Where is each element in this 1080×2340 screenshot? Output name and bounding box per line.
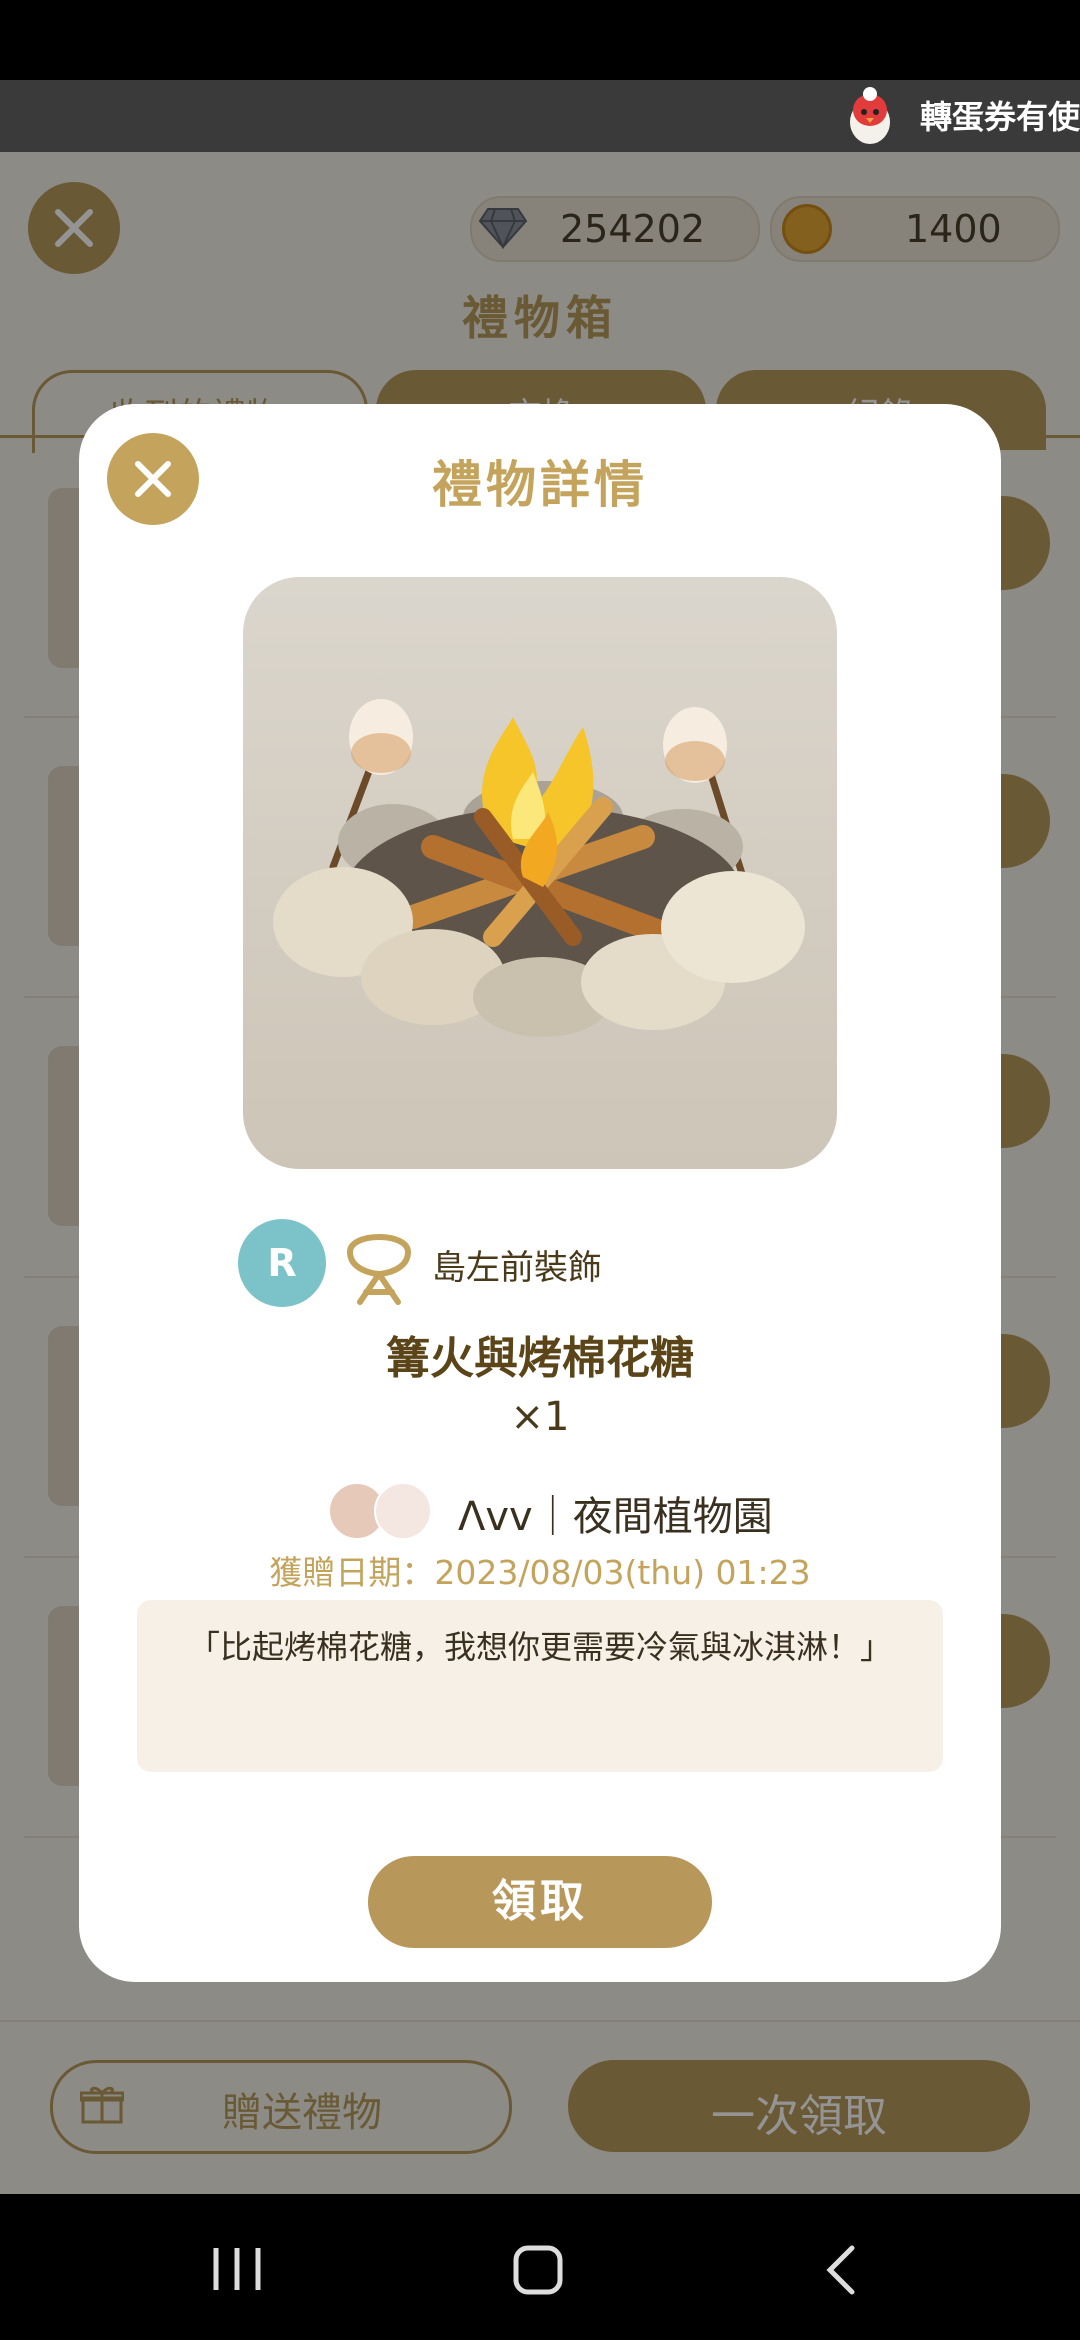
back-icon[interactable] xyxy=(820,2242,860,2298)
item-name: 篝火與烤棉花糖 xyxy=(386,1333,694,1384)
gift-message: 「比起烤棉花糖，我想你更需要冷氣與冰淇淋！」 xyxy=(187,1628,892,1666)
penguin-mascot-icon xyxy=(850,87,890,144)
sender-name: Λvv｜夜間植物園 xyxy=(458,1494,773,1540)
sender-avatar xyxy=(374,1482,432,1540)
dialog-title: 禮物詳情 xyxy=(432,456,648,514)
category-label: 島左前裝飾 xyxy=(432,1248,602,1288)
recent-apps-icon[interactable] xyxy=(210,2244,264,2294)
received-date: 獲贈日期：2023/08/03(thu) 01:23 xyxy=(269,1553,811,1592)
promo-banner[interactable] xyxy=(0,80,1080,152)
banner-text: 轉蛋券有使 xyxy=(919,98,1080,136)
claim-button[interactable]: 領取 xyxy=(368,1856,712,1948)
campfire-marshmallow-icon xyxy=(273,699,805,1037)
island-decoration-icon xyxy=(346,1234,412,1305)
item-image xyxy=(243,577,837,1169)
system-nav-bar xyxy=(0,2194,1080,2340)
rarity-badge: R xyxy=(238,1219,326,1307)
item-quantity: ×1 xyxy=(510,1394,570,1440)
status-bar xyxy=(0,0,1080,80)
home-icon[interactable] xyxy=(512,2244,566,2298)
